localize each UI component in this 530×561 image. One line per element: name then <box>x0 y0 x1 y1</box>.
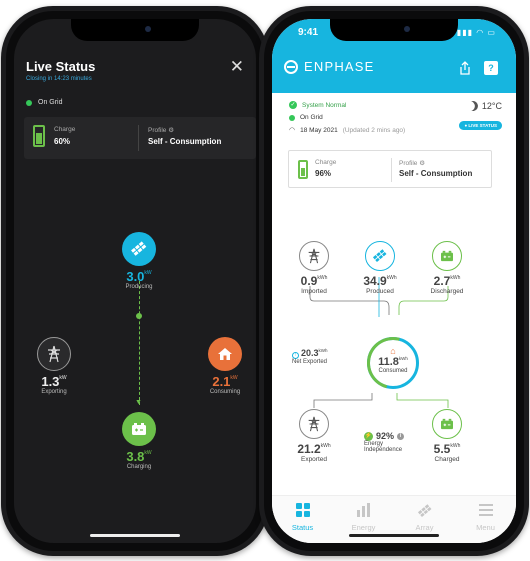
exporting-node[interactable]: 1.3kW Exporting <box>24 337 84 395</box>
solar-panel-icon <box>394 503 455 519</box>
consumed-value: 11.8 <box>378 356 399 368</box>
imported-node[interactable]: 0.9kWh Imported <box>284 241 344 295</box>
app-header: ENPHASE ? <box>272 47 516 93</box>
exporting-value: 1.3 <box>41 374 60 389</box>
consuming-node[interactable]: 2.1kW Consuming <box>195 337 255 395</box>
consuming-value: 2.1 <box>212 374 231 389</box>
charged-node[interactable]: 5.5kWh Charged <box>417 409 477 463</box>
producing-label: Producing <box>125 284 153 290</box>
exporting-label: Exporting <box>41 389 67 395</box>
info-icon: ↑ <box>292 352 299 359</box>
net-exported[interactable]: ↑ 20.3kWh Net Exported <box>292 348 328 365</box>
tab-menu-label: Menu <box>476 523 495 532</box>
enphase-logo-icon <box>284 59 298 74</box>
produced-label: Produced <box>366 288 394 295</box>
bar-chart-icon <box>333 503 394 519</box>
imported-label: Imported <box>301 288 327 295</box>
energy-independence[interactable]: ⚡ 92% i Energy Independence <box>364 431 405 453</box>
status-dot-icon <box>26 99 32 106</box>
status-content: ✓ System Normal On Grid ◠ 18 May 2021 (U… <box>272 93 516 500</box>
charge-value: 60% <box>54 137 71 146</box>
gear-icon[interactable]: ⚙ <box>168 127 174 134</box>
produced-value: 34.9 <box>363 274 387 288</box>
grid-status-label: On Grid <box>38 99 63 106</box>
independence-value: 92% <box>376 431 395 441</box>
net-exported-value: 20.3 <box>301 348 319 358</box>
battery-icon <box>122 412 156 446</box>
stage: Live Status Closing in 14:23 minutes ✕ O… <box>0 0 530 561</box>
tab-status[interactable]: Status <box>272 496 333 543</box>
arrow-down-icon: ▼ <box>135 399 142 406</box>
charge-profile-card: Charge 60% Profile ⚙ Self - Consumption <box>24 117 256 159</box>
info-icon[interactable]: i <box>397 432 405 440</box>
close-icon[interactable]: ✕ <box>230 57 244 77</box>
independence-label-2: Independence <box>364 447 403 453</box>
profile-value: Self - Consumption <box>148 137 222 146</box>
grid-status: On Grid <box>26 99 63 106</box>
consuming-label: Consuming <box>209 389 241 395</box>
message-icon[interactable]: ? <box>484 61 498 75</box>
clock: 9:41 <box>298 27 319 38</box>
flow-line <box>139 281 140 405</box>
menu-icon <box>455 503 516 519</box>
brand-name: ENPHASE <box>304 59 375 74</box>
home-indicator <box>90 534 180 537</box>
tab-array-label: Array <box>415 523 434 532</box>
flow-dot <box>136 313 142 319</box>
producing-node[interactable]: 3.0kW Producing <box>109 232 169 290</box>
charging-label: Charging <box>126 464 152 470</box>
exported-node[interactable]: 21.2kWh Exported <box>284 409 344 463</box>
profile-label: Profile ⚙ <box>148 127 175 134</box>
charged-label: Charged <box>434 456 460 463</box>
charged-value: 5.5 <box>433 442 451 456</box>
producing-value: 3.0 <box>126 269 145 284</box>
home-icon: ⌂ <box>390 346 396 356</box>
consumed-label: Consumed <box>378 368 408 374</box>
net-exported-label: Net Exported <box>292 359 328 365</box>
bolt-icon: ⚡ <box>364 431 373 441</box>
charge-label: Charge <box>54 126 76 133</box>
transmission-tower-icon <box>299 241 329 271</box>
live-status-screen: Live Status Closing in 14:23 minutes ✕ O… <box>14 19 256 543</box>
discharged-label: Discharged <box>430 288 464 295</box>
status-screen: 9:41 ▮▮▮ ◠ ▭ ENPHASE ? ✓ System Normal O… <box>272 19 516 543</box>
grid-icon <box>272 503 333 519</box>
charging-node[interactable]: 3.8kW Charging <box>109 412 169 470</box>
left-phone: Live Status Closing in 14:23 minutes ✕ O… <box>1 6 269 556</box>
exported-label: Exported <box>300 456 328 463</box>
tab-energy-label: Energy <box>351 523 376 532</box>
page-title: Live Status <box>26 59 96 74</box>
imported-value: 0.9 <box>300 274 318 288</box>
charging-value: 3.8 <box>126 449 145 464</box>
discharged-value: 2.7 <box>433 274 451 288</box>
signal-wifi-battery-icon: ▮▮▮ ◠ ▭ <box>456 28 496 37</box>
discharged-node[interactable]: 2.7kWh Discharged <box>417 241 477 295</box>
tab-menu[interactable]: Menu <box>455 496 516 543</box>
home-indicator <box>349 534 439 537</box>
countdown-text: Closing in 14:23 minutes <box>26 76 92 82</box>
battery-icon <box>33 125 45 147</box>
right-phone: 9:41 ▮▮▮ ◠ ▭ ENPHASE ? ✓ System Normal O… <box>259 6 529 556</box>
brand: ENPHASE <box>284 59 375 74</box>
battery-icon <box>432 409 462 439</box>
transmission-tower-icon <box>37 337 71 371</box>
home-icon <box>208 337 242 371</box>
solar-panel-icon <box>122 232 156 266</box>
share-icon[interactable] <box>458 61 472 75</box>
exported-value: 21.2 <box>297 442 321 456</box>
battery-icon <box>432 241 462 271</box>
transmission-tower-icon <box>299 409 329 439</box>
consumed-node[interactable]: ⌂ 11.8kWh Consumed <box>367 337 419 389</box>
produced-node[interactable]: 34.9kWh Produced <box>350 241 410 295</box>
tab-status-label: Status <box>291 523 314 532</box>
solar-panel-icon <box>365 241 395 271</box>
